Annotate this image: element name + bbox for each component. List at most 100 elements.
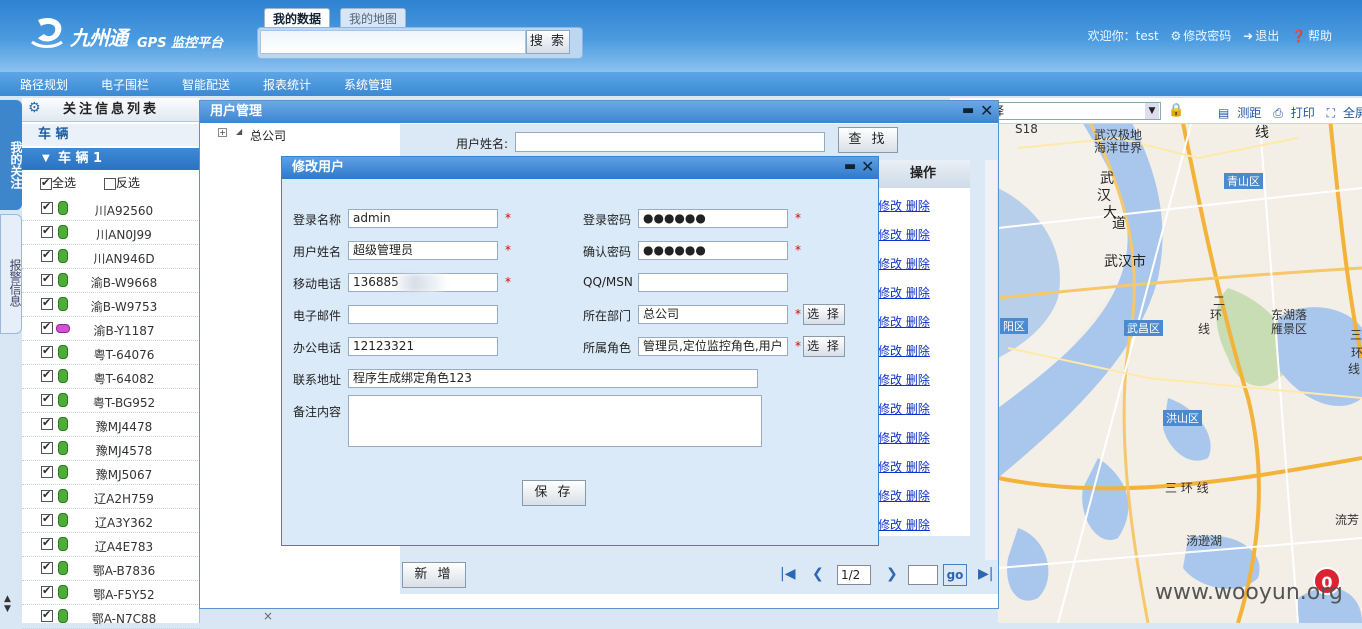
page-indicator[interactable]: 1/2: [837, 565, 871, 585]
vehicle-row[interactable]: 豫MJ4478: [22, 413, 200, 437]
delete-link[interactable]: 删除: [906, 489, 930, 503]
user-management-title[interactable]: 用户管理: [200, 101, 998, 123]
vehicle-checkbox[interactable]: [41, 224, 53, 238]
invert-checkbox[interactable]: [103, 177, 116, 190]
delete-link[interactable]: 删除: [906, 286, 930, 300]
vehicle-checkbox[interactable]: [41, 392, 53, 406]
vehicle-checkbox[interactable]: [41, 368, 53, 382]
vehicle-checkbox[interactable]: [41, 464, 53, 478]
help-link[interactable]: 帮助: [1308, 29, 1332, 43]
vehicle-checkbox[interactable]: [41, 344, 53, 358]
edit-link[interactable]: 修改: [878, 460, 902, 474]
fullscreen-tool[interactable]: 全屏: [1343, 106, 1362, 120]
edit-link[interactable]: 修改: [878, 402, 902, 416]
username-search-input[interactable]: [515, 132, 825, 152]
delete-link[interactable]: 删除: [906, 315, 930, 329]
settings-icon[interactable]: ⚙: [28, 101, 42, 115]
address-field[interactable]: 程序生成绑定角色123: [348, 369, 758, 388]
choose-role-button[interactable]: 选 择: [803, 336, 845, 357]
vehicle-plate[interactable]: 鄂A-F5Y52: [82, 586, 166, 603]
delete-link[interactable]: 删除: [906, 518, 930, 532]
vehicle-row[interactable]: 鄂A-F5Y52: [22, 581, 200, 605]
vehicle-plate[interactable]: 渝B-Y1187: [82, 322, 166, 339]
vehicle-plate[interactable]: 鄂A-B7836: [82, 562, 166, 579]
vehicle-row[interactable]: 川A92560: [22, 197, 200, 221]
remarks-textarea[interactable]: [348, 395, 762, 447]
last-page-icon[interactable]: ▶|: [978, 566, 993, 582]
vehicle-plate[interactable]: 粤T-BG952: [82, 394, 166, 411]
delete-link[interactable]: 删除: [906, 431, 930, 445]
vehicle-checkbox[interactable]: [41, 272, 53, 286]
close-icon[interactable]: ×: [263, 609, 273, 623]
vehicle-checkbox[interactable]: [41, 320, 53, 334]
nav-geofence[interactable]: 电子围栏: [101, 76, 149, 93]
choose-department-button[interactable]: 选 择: [803, 304, 845, 325]
vehicle-plate[interactable]: 辽A4E783: [82, 538, 166, 555]
vehicle-row[interactable]: 鄂A-N7C88: [22, 605, 200, 629]
vehicle-checkbox[interactable]: [41, 200, 53, 214]
vehicle-checkbox[interactable]: [41, 416, 53, 430]
vehicle-row[interactable]: 豫MJ5067: [22, 461, 200, 485]
vehicle-plate[interactable]: 粤T-64076: [82, 346, 166, 363]
close-icon[interactable]: ✕: [980, 101, 993, 120]
map-view[interactable]: [998, 98, 1362, 623]
vehicle-row[interactable]: 鄂A-B7836: [22, 557, 200, 581]
edit-link[interactable]: 修改: [878, 344, 902, 358]
vehicle-row[interactable]: 粤T-64076: [22, 341, 200, 365]
vehicle-checkbox[interactable]: [41, 560, 53, 574]
change-password-link[interactable]: 修改密码: [1183, 29, 1231, 43]
vehicle-plate[interactable]: 川AN946D: [82, 250, 166, 267]
office-phone-field[interactable]: 12123321: [348, 337, 498, 356]
save-button[interactable]: 保 存: [522, 480, 586, 506]
edit-link[interactable]: 修改: [878, 431, 902, 445]
role-field[interactable]: 管理员,定位监控角色,用户: [638, 337, 788, 356]
edit-link[interactable]: 修改: [878, 286, 902, 300]
edit-link[interactable]: 修改: [878, 315, 902, 329]
chevron-down-icon[interactable]: ▼: [1145, 103, 1159, 119]
vehicle-row[interactable]: 渝B-W9753: [22, 293, 200, 317]
nav-route-planning[interactable]: 路径规划: [20, 76, 68, 93]
vehicle-row[interactable]: 豫MJ4578: [22, 437, 200, 461]
vehicle-row[interactable]: 辽A2H759: [22, 485, 200, 509]
prev-page-icon[interactable]: ❮: [812, 566, 824, 582]
delete-link[interactable]: 删除: [906, 402, 930, 416]
go-button[interactable]: go: [943, 564, 967, 586]
list-scrollbar[interactable]: [985, 160, 997, 560]
measure-tool[interactable]: 测距: [1237, 106, 1261, 120]
delete-link[interactable]: 删除: [906, 460, 930, 474]
search-input[interactable]: [260, 30, 526, 54]
vehicle-checkbox[interactable]: [41, 296, 53, 310]
vehicle-plate[interactable]: 辽A2H759: [82, 490, 166, 507]
delete-link[interactable]: 删除: [906, 344, 930, 358]
search-button[interactable]: 搜 索: [526, 30, 570, 54]
tree-root-node[interactable]: 总公司: [250, 127, 286, 144]
email-field[interactable]: [348, 305, 498, 324]
edit-link[interactable]: 修改: [878, 228, 902, 242]
nav-reports[interactable]: 报表统计: [263, 76, 311, 93]
vehicle-plate[interactable]: 川AN0J99: [82, 226, 166, 243]
vehicle-plate[interactable]: 渝B-W9753: [82, 298, 166, 315]
tab-my-map[interactable]: 我的地图: [340, 8, 407, 28]
vehicle-plate[interactable]: 辽A3Y362: [82, 514, 166, 531]
side-tab-my-follow[interactable]: 我的关注: [0, 100, 23, 210]
vehicle-checkbox[interactable]: [41, 248, 53, 262]
vehicle-plate[interactable]: 豫MJ4478: [82, 418, 166, 435]
delete-link[interactable]: 删除: [906, 199, 930, 213]
vehicle-plate[interactable]: 鄂A-N7C88: [82, 610, 166, 627]
vehicle-row[interactable]: 川AN0J99: [22, 221, 200, 245]
vehicle-plate[interactable]: 渝B-W9668: [82, 274, 166, 291]
page-jump-input[interactable]: [908, 565, 938, 585]
add-user-button[interactable]: 新 增: [402, 562, 466, 588]
edit-user-title[interactable]: 修改用户: [282, 157, 878, 179]
next-page-icon[interactable]: ❯: [886, 566, 898, 582]
nav-system-management[interactable]: 系统管理: [344, 76, 392, 93]
edit-link[interactable]: 修改: [878, 489, 902, 503]
find-button[interactable]: 查 找: [838, 127, 898, 153]
nav-smart-delivery[interactable]: 智能配送: [182, 76, 230, 93]
edit-link[interactable]: 修改: [878, 518, 902, 532]
print-tool[interactable]: 打印: [1291, 106, 1315, 120]
minimize-icon[interactable]: ▬: [844, 159, 856, 174]
close-icon[interactable]: ✕: [861, 157, 874, 176]
vehicle-plate[interactable]: 粤T-64082: [82, 370, 166, 387]
edit-link[interactable]: 修改: [878, 199, 902, 213]
